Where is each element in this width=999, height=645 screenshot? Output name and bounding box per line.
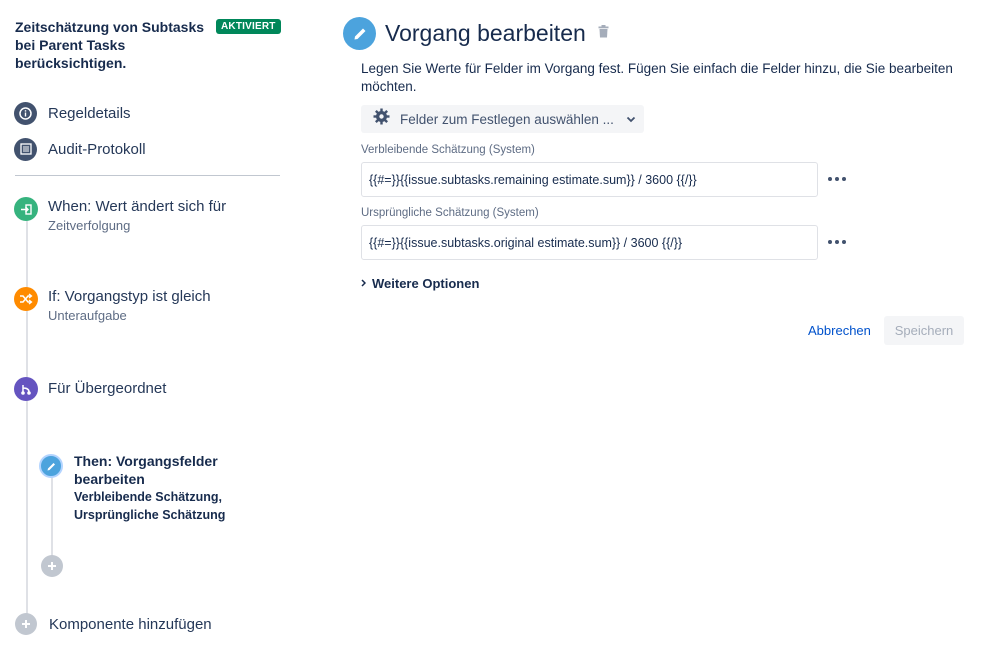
nav-item-regeldetails[interactable]: Regeldetails — [14, 101, 131, 125]
status-badge: AKTIVIERT — [216, 19, 281, 34]
step-branch[interactable]: Für Übergeordnet — [14, 377, 166, 401]
field-label-remaining-estimate: Verbleibende Schätzung (System) — [361, 144, 535, 156]
step-action-field-1: Verbleibende Schätzung, — [74, 490, 222, 504]
save-button[interactable]: Speichern — [884, 316, 964, 345]
step-trigger[interactable]: When: Wert ändert sich für Zeitverfolgun… — [14, 197, 226, 233]
step-trigger-subtitle: Zeitverfolgung — [48, 218, 131, 233]
field-select-label: Felder zum Festlegen auswählen ... — [400, 111, 614, 127]
more-options-icon[interactable] — [826, 173, 848, 185]
pencil-icon — [39, 454, 63, 478]
field-label-original-estimate: Ursprüngliche Schätzung (System) — [361, 207, 539, 219]
chevron-right-icon — [361, 274, 367, 292]
more-options-icon[interactable] — [826, 236, 848, 248]
info-icon — [14, 101, 37, 125]
step-action-title: Then: Vorgangsfelder bearbeiten — [74, 453, 218, 487]
step-condition[interactable]: If: Vorgangstyp ist gleich Unteraufgabe — [14, 287, 211, 323]
step-condition-title: If: Vorgangstyp ist gleich — [48, 288, 211, 305]
editor-description: Legen Sie Werte für Felder im Vorgang fe… — [361, 61, 953, 94]
more-options-label: Weitere Optionen — [372, 275, 480, 291]
step-action[interactable]: Then: Vorgangsfelder bearbeiten Verbleib… — [39, 452, 234, 524]
chevron-down-icon — [626, 110, 636, 128]
branch-icon — [14, 377, 38, 401]
trash-icon[interactable] — [598, 24, 609, 43]
field-select-dropdown[interactable]: Felder zum Festlegen auswählen ... — [361, 105, 644, 133]
editor-header: Vorgang bearbeiten — [343, 17, 609, 50]
trigger-icon — [14, 197, 38, 221]
plus-icon — [15, 613, 37, 635]
nav-label: Audit-Protokoll — [48, 140, 146, 158]
nav-label: Regeldetails — [48, 104, 131, 122]
more-options-toggle[interactable]: Weitere Optionen — [361, 274, 479, 292]
flow-connector — [26, 208, 28, 623]
editor-title: Vorgang bearbeiten — [385, 20, 586, 46]
add-component-button[interactable]: Komponente hinzufügen — [15, 613, 212, 635]
nav-item-audit-protokoll[interactable]: Audit-Protokoll — [14, 137, 146, 161]
step-trigger-title: When: Wert ändert sich für — [48, 198, 227, 215]
remaining-estimate-input[interactable]: {{#=}}{{issue.subtasks.remaining estimat… — [361, 162, 818, 197]
step-action-field-2: Ursprüngliche Schätzung — [74, 508, 226, 522]
rule-title: Zeitschätzung von Subtasks bei Parent Ta… — [15, 19, 205, 71]
pencil-icon — [343, 17, 376, 50]
add-branch-action-button[interactable] — [41, 555, 63, 577]
divider — [15, 175, 280, 176]
cancel-button[interactable]: Abbrechen — [800, 316, 879, 345]
gear-icon — [373, 108, 390, 130]
original-estimate-input[interactable]: {{#=}}{{issue.subtasks.original estimate… — [361, 225, 818, 260]
shuffle-icon — [14, 287, 38, 311]
step-condition-subtitle: Unteraufgabe — [48, 308, 127, 323]
add-component-label: Komponente hinzufügen — [49, 615, 212, 633]
list-icon — [14, 137, 37, 161]
plus-icon — [48, 562, 56, 570]
step-branch-title: Für Übergeordnet — [48, 380, 167, 397]
